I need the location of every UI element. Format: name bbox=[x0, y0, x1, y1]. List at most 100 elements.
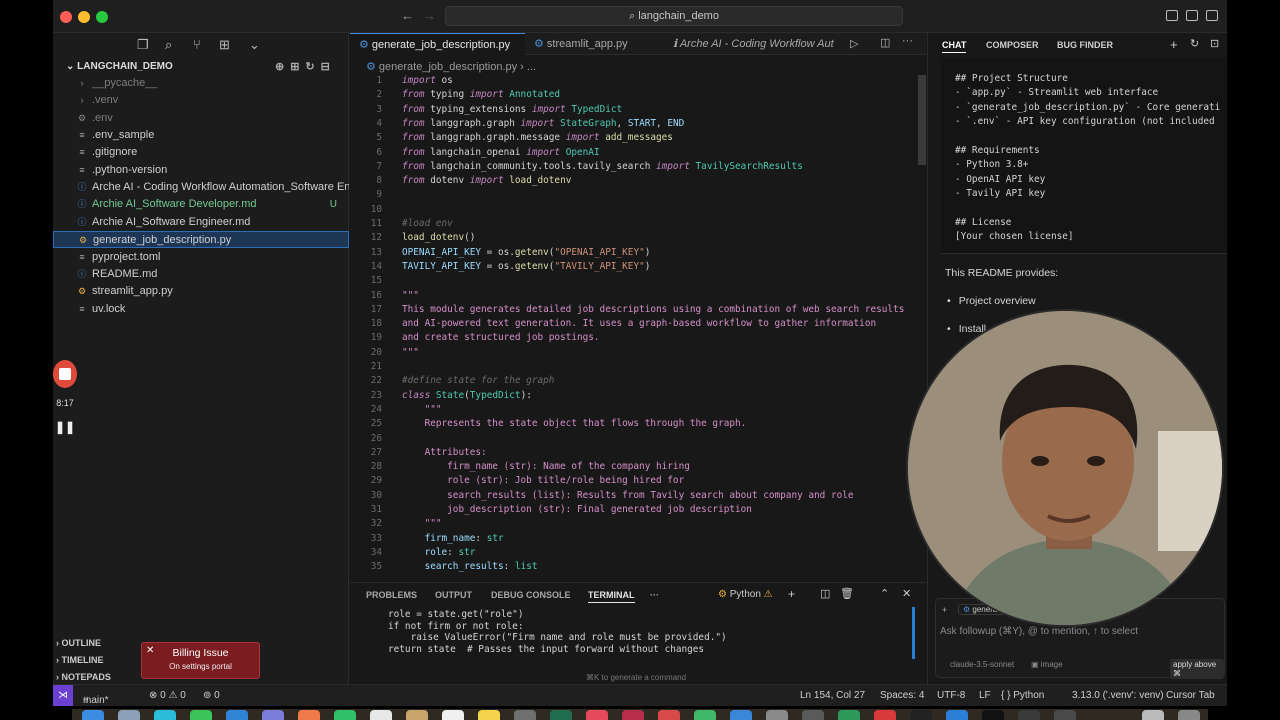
image-attach-button[interactable]: ▣ image bbox=[1031, 660, 1063, 669]
indentation[interactable]: Spaces: 4 bbox=[880, 690, 924, 701]
new-terminal-icon[interactable]: + bbox=[788, 587, 795, 601]
chat-input-placeholder[interactable]: Ask followup (⌘Y), @ to mention, ↑ to se… bbox=[940, 626, 1138, 637]
new-chat-icon[interactable]: + bbox=[1170, 37, 1178, 52]
app-icon[interactable] bbox=[550, 710, 572, 720]
remote-indicator-icon[interactable]: ⋊ bbox=[53, 685, 73, 706]
app-icon[interactable] bbox=[118, 710, 140, 720]
file-tree-item[interactable]: ⚙ streamlit_app.py bbox=[53, 283, 349, 300]
minimize-window-button[interactable] bbox=[78, 11, 90, 23]
app-icon[interactable] bbox=[658, 710, 680, 720]
app-icon[interactable] bbox=[802, 710, 824, 720]
toggle-sidebar-icon[interactable] bbox=[1166, 10, 1178, 21]
app-icon[interactable] bbox=[1054, 710, 1076, 720]
file-tree-item[interactable]: ⚙ .env bbox=[53, 110, 349, 127]
file-tree-item[interactable]: ≡ .python-version bbox=[53, 162, 349, 179]
tab-bug-finder[interactable]: BUG FINDER bbox=[1057, 40, 1113, 50]
file-tree-item[interactable]: ⓘ README.md bbox=[53, 266, 349, 283]
messages-icon[interactable] bbox=[190, 710, 212, 720]
python-interpreter[interactable]: 3.13.0 ('.venv': venv) bbox=[1072, 690, 1164, 701]
close-window-button[interactable] bbox=[60, 11, 72, 23]
problems-indicator[interactable]: ⊗ 0 ⚠ 0 bbox=[149, 690, 186, 701]
pause-icon[interactable]: ❚❚ bbox=[53, 420, 77, 434]
back-arrow-icon[interactable]: ← bbox=[401, 8, 414, 23]
toggle-secondary-sidebar-icon[interactable] bbox=[1206, 10, 1218, 21]
app-icon[interactable] bbox=[262, 710, 284, 720]
close-panel-icon[interactable]: ✕ bbox=[902, 587, 911, 600]
tab-problems[interactable]: PROBLEMS bbox=[366, 590, 417, 600]
project-header[interactable]: ⌄ LANGCHAIN_DEMO ⊕⊞↻⊟ bbox=[53, 59, 349, 75]
file-tree-item[interactable]: ≡ .gitignore bbox=[53, 144, 349, 161]
vscode-icon[interactable] bbox=[946, 710, 968, 720]
terminal-scrollbar[interactable] bbox=[912, 607, 915, 659]
code-editor[interactable]: 1 2 3 4 5 6 7 8 9 10 11 12 13 14 15 16 17 18 19 20 21 22 23 24 2… bbox=[350, 75, 910, 575]
app-icon[interactable] bbox=[622, 710, 644, 720]
maximize-window-button[interactable] bbox=[96, 11, 108, 23]
file-tree-item[interactable]: ⚙ generate_job_description.py bbox=[53, 231, 349, 249]
app-icon[interactable] bbox=[838, 710, 860, 720]
trash-icon[interactable] bbox=[1178, 710, 1200, 720]
command-center-search[interactable]: ⌕ langchain_demo bbox=[445, 6, 903, 26]
file-tree-item[interactable]: ≡ pyproject.toml bbox=[53, 249, 349, 266]
photos-icon[interactable] bbox=[298, 710, 320, 720]
line-endings[interactable]: LF bbox=[979, 690, 991, 701]
maximize-panel-icon[interactable]: ⌃ bbox=[880, 587, 889, 600]
finder-icon[interactable] bbox=[82, 710, 104, 720]
editor-scrollbar[interactable] bbox=[918, 75, 926, 165]
extensions-icon[interactable]: ⊞ bbox=[219, 37, 230, 53]
calendar-icon[interactable] bbox=[370, 710, 392, 720]
app-icon[interactable] bbox=[514, 710, 536, 720]
cursor-position[interactable]: Ln 154, Col 27 bbox=[800, 690, 865, 701]
file-tree-item[interactable]: › .venv bbox=[53, 92, 349, 109]
trash-icon[interactable]: 🗑 bbox=[840, 587, 854, 600]
tab-streamlit-app[interactable]: ⚙ streamlit_app.py bbox=[525, 33, 655, 55]
run-icon[interactable]: ▷ bbox=[850, 37, 858, 50]
expand-icon[interactable]: ⊡ bbox=[1210, 37, 1219, 50]
music-icon[interactable] bbox=[586, 710, 608, 720]
explorer-actions-icons[interactable]: ⊕⊞↻⊟ bbox=[275, 59, 336, 75]
files-icon[interactable]: ❐ bbox=[137, 37, 149, 53]
settings-icon[interactable] bbox=[766, 710, 788, 720]
tab-composer[interactable]: COMPOSER bbox=[986, 40, 1039, 50]
terminal-icon[interactable] bbox=[910, 710, 932, 720]
facetime-icon[interactable] bbox=[334, 710, 356, 720]
cursor-tab-indicator[interactable]: Cursor Tab bbox=[1166, 690, 1215, 701]
file-tree-item[interactable]: ⓘ Arche AI - Coding Workflow Automation_S… bbox=[53, 179, 349, 196]
notes-icon[interactable] bbox=[478, 710, 500, 720]
toggle-panel-icon[interactable] bbox=[1186, 10, 1198, 21]
model-selector[interactable]: claude-3.5-sonnet bbox=[950, 660, 1014, 669]
stop-recording-button[interactable] bbox=[53, 360, 77, 388]
terminal-shell-selector[interactable]: ⚙ Python ⚠ bbox=[718, 589, 773, 600]
file-tree-item[interactable]: › __pycache__ bbox=[53, 75, 349, 92]
tab-generate-job-description[interactable]: ⚙ generate_job_description.py bbox=[350, 33, 525, 55]
tab-chat[interactable]: CHAT bbox=[942, 40, 967, 53]
ports-indicator[interactable]: ⊚ 0 bbox=[203, 690, 220, 701]
file-tree-item[interactable]: ⓘ Archie AI_Software Developer.md U bbox=[53, 196, 349, 213]
more-actions-icon[interactable]: ··· bbox=[902, 35, 913, 47]
file-tree-item[interactable]: ≡ uv.lock bbox=[53, 301, 349, 318]
app-icon[interactable] bbox=[874, 710, 896, 720]
search-icon[interactable]: ⌕ bbox=[165, 37, 172, 53]
tab-debug-console[interactable]: DEBUG CONSOLE bbox=[491, 590, 571, 600]
language-mode[interactable]: { } Python bbox=[1001, 690, 1044, 701]
tab-output[interactable]: OUTPUT bbox=[435, 590, 472, 600]
close-icon[interactable]: ✕ bbox=[146, 645, 154, 656]
tab-terminal[interactable]: TERMINAL bbox=[588, 590, 635, 603]
billing-issue-notification[interactable]: ✕ Billing Issue On settings portal bbox=[141, 642, 260, 679]
mail-icon[interactable] bbox=[226, 710, 248, 720]
file-tree-item[interactable]: ⓘ Archie AI_Software Engineer.md bbox=[53, 214, 349, 231]
app-icon[interactable] bbox=[406, 710, 428, 720]
tab-arche-ai-preview[interactable]: ℹ Arche AI - Coding Workflow Aut bbox=[664, 33, 834, 55]
apply-above-button[interactable]: apply above ⌘ bbox=[1170, 659, 1224, 679]
forward-arrow-icon[interactable]: → bbox=[423, 8, 436, 23]
breadcrumb[interactable]: ⚙ generate_job_description.py › ... bbox=[366, 60, 536, 73]
add-context-icon[interactable]: + bbox=[942, 605, 947, 615]
app-store-icon[interactable] bbox=[730, 710, 752, 720]
chevron-down-icon[interactable]: ⌄ bbox=[249, 37, 260, 53]
safari-icon[interactable] bbox=[154, 710, 176, 720]
cursor-icon[interactable] bbox=[982, 710, 1004, 720]
terminal-output[interactable]: role = state.get("role") if not firm or n… bbox=[388, 609, 727, 655]
source-control-icon[interactable]: ⑂ bbox=[193, 37, 201, 52]
file-tree-item[interactable]: ≡ .env_sample bbox=[53, 127, 349, 144]
app-icon[interactable] bbox=[694, 710, 716, 720]
reminders-icon[interactable] bbox=[442, 710, 464, 720]
